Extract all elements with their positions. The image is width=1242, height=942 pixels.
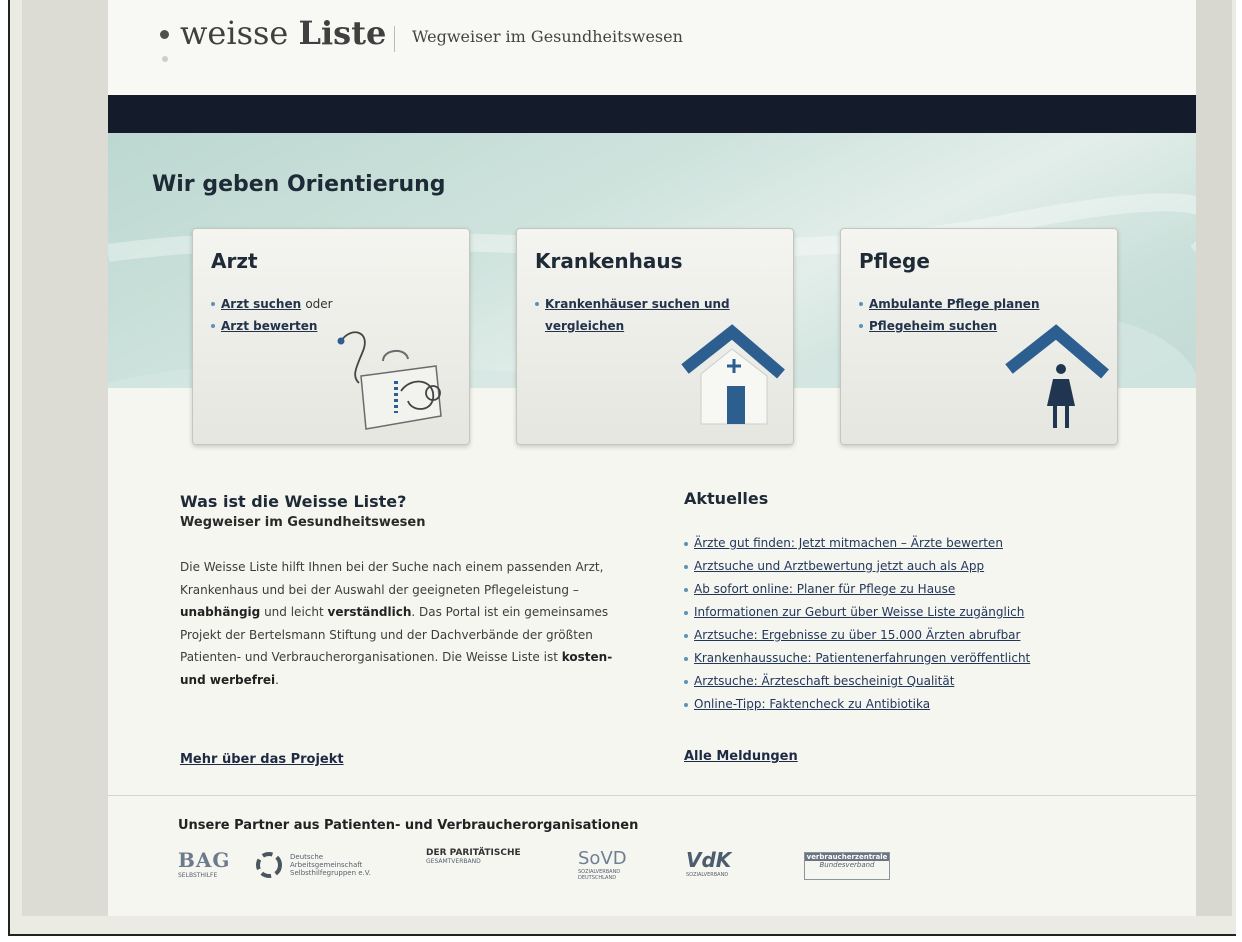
news-item[interactable]: Ab sofort online: Planer für Pflege zu H…	[684, 578, 1104, 601]
about-bold-1: unabhängig	[180, 605, 261, 619]
section-divider	[108, 795, 1196, 796]
screen-bezel-right	[1194, 0, 1232, 916]
link-arzt-suchen[interactable]: Arzt suchen	[221, 297, 301, 311]
more-about-project-link[interactable]: Mehr über das Projekt	[180, 752, 344, 767]
partner-dag-shg-label: Deutsche Arbeitsgemeinschaft Selbsthilfe…	[290, 853, 371, 877]
partner-sovd-sub: SOZIALVERBAND DEUTSCHLAND	[578, 869, 621, 881]
card-arzt-title: Arzt	[211, 249, 258, 273]
site-header: weisse Liste Wegweiser im Gesundheitswes…	[108, 0, 1196, 95]
news-item[interactable]: Informationen zur Geburt über Weisse Lis…	[684, 601, 1104, 624]
dag-shg-circle-icon	[256, 852, 282, 878]
hospital-house-icon	[681, 324, 785, 425]
partner-vdk-sub: SOZIALVERBAND	[686, 872, 729, 878]
partner-paritaetische-sub: GESAMTVERBAND	[426, 858, 481, 865]
logo-dot-icon-secondary	[162, 56, 168, 62]
partner-vzbv-sub: Bundesverband	[819, 861, 875, 869]
main-navigation-bar	[108, 95, 1196, 133]
news-item[interactable]: Online-Tipp: Faktencheck zu Antibiotika	[684, 693, 1104, 716]
hero-title: Wir geben Orientierung	[152, 172, 446, 197]
card-arzt-link-item: Arzt suchen oder	[211, 293, 333, 315]
logo-divider	[394, 26, 395, 52]
link-pflegeheim-suchen[interactable]: Pflegeheim suchen	[869, 319, 997, 333]
web-page: weisse Liste Wegweiser im Gesundheitswes…	[108, 0, 1196, 916]
partner-sovd-label: SoVD	[578, 848, 627, 869]
partner-paritaetische-label: DER PARITÄTISCHE	[426, 848, 521, 858]
news-item[interactable]: Krankenhaussuche: Patientenerfahrungen v…	[684, 647, 1104, 670]
news-item[interactable]: Arztsuche: Ergebnisse zu über 15.000 Ärz…	[684, 624, 1104, 647]
about-text-1: Die Weisse Liste hilft Ihnen bei der Suc…	[180, 560, 604, 597]
partner-bag-label: BAG	[178, 848, 231, 872]
partner-logo-verbraucherzentrale[interactable]: verbraucherzentrale Bundesverband	[804, 852, 890, 880]
card-krankenhaus[interactable]: Krankenhaus Krankenhäuser suchen und ver…	[516, 228, 794, 445]
partner-logo-vdk[interactable]: VdK SOZIALVERBAND	[686, 848, 776, 882]
news-item[interactable]: Arztsuche: Ärzteschaft bescheinigt Quali…	[684, 670, 1104, 693]
photo-frame: weisse Liste Wegweiser im Gesundheitswes…	[8, 0, 1236, 936]
partner-vdk-label: VdK	[686, 848, 732, 872]
news-heading: Aktuelles	[684, 489, 769, 508]
news-item[interactable]: Ärzte gut finden: Jetzt mitmachen – Ärzt…	[684, 532, 1104, 555]
partner-logo-sovd[interactable]: SoVD SOZIALVERBAND DEUTSCHLAND	[578, 848, 658, 882]
site-logo[interactable]: weisse Liste	[180, 14, 386, 52]
link-ambulante-pflege[interactable]: Ambulante Pflege planen	[869, 297, 1040, 311]
monitor-screen: weisse Liste Wegweiser im Gesundheitswes…	[22, 0, 1232, 916]
card-pflege-link-item: Ambulante Pflege planen	[859, 293, 1040, 315]
care-house-nurse-icon	[1005, 324, 1109, 428]
news-item[interactable]: Arztsuche und Arztbewertung jetzt auch a…	[684, 555, 1104, 578]
partners-heading: Unsere Partner aus Patienten- und Verbra…	[178, 818, 639, 833]
card-arzt[interactable]: Arzt Arzt suchen oder Arzt bewerten	[192, 228, 470, 445]
partner-logo-paritaetische[interactable]: DER PARITÄTISCHE GESAMTVERBAND	[426, 848, 556, 882]
about-paragraph: Die Weisse Liste hilft Ihnen bei der Suc…	[180, 556, 620, 691]
screen-bezel-left	[22, 0, 108, 916]
logo-text-light: weisse	[180, 14, 289, 52]
partner-logo-dag-shg[interactable]: Deutsche Arbeitsgemeinschaft Selbsthilfe…	[254, 848, 404, 882]
all-news-link[interactable]: Alle Meldungen	[684, 749, 798, 764]
about-text-4: .	[275, 672, 279, 687]
card-krankenhaus-title: Krankenhaus	[535, 249, 683, 273]
link-arzt-bewerten[interactable]: Arzt bewerten	[221, 319, 317, 333]
partner-vzbv-label: verbraucherzentrale	[805, 853, 889, 861]
site-tagline: Wegweiser im Gesundheitswesen	[412, 27, 683, 46]
card-pflege[interactable]: Pflege Ambulante Pflege planen Pflegehei…	[840, 228, 1118, 445]
about-bold-2: verständlich	[327, 605, 412, 619]
card-arzt-joiner: oder	[305, 297, 333, 311]
partner-logo-bag[interactable]: BAG SELBSTHILFE	[178, 848, 240, 882]
logo-dot-icon	[160, 30, 169, 39]
logo-text-bold: Liste	[298, 14, 387, 52]
partner-bag-sub: SELBSTHILFE	[178, 872, 218, 879]
doctor-bag-stethoscope-icon	[337, 331, 442, 430]
about-heading: Was ist die Weisse Liste?	[180, 492, 407, 511]
news-list: Ärzte gut finden: Jetzt mitmachen – Ärzt…	[684, 532, 1104, 716]
about-text-2: und leicht	[264, 605, 324, 619]
card-pflege-title: Pflege	[859, 249, 930, 273]
about-subheading: Wegweiser im Gesundheitswesen	[180, 515, 426, 530]
